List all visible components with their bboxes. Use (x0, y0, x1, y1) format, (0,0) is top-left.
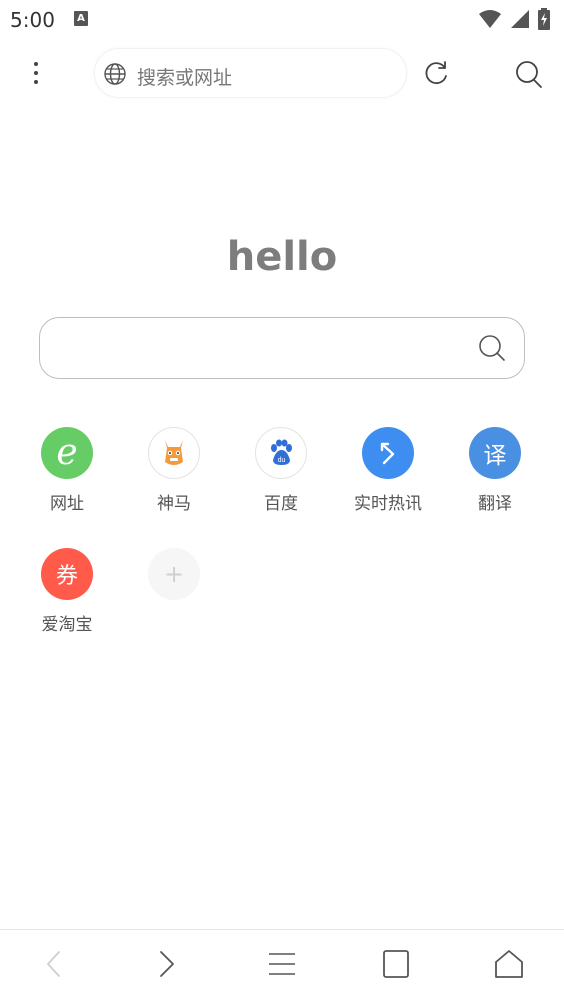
forward-arrow-icon[interactable] (149, 946, 185, 982)
add-shortcut-button[interactable]: + (124, 548, 224, 610)
status-icons (478, 8, 550, 30)
more-vertical-icon[interactable] (22, 58, 50, 88)
shortcut-glyph: 券 (55, 564, 78, 589)
arrow-up-left-icon (380, 442, 395, 465)
shortcut-glyph: + (163, 560, 185, 588)
tabs-icon[interactable] (378, 946, 414, 982)
shortcut-taobao[interactable]: 券 爱淘宝 (17, 548, 117, 635)
hot-news-icon (362, 427, 414, 479)
status-bar: 5:00 A (0, 0, 564, 38)
back-arrow-icon[interactable] (36, 946, 72, 982)
globe-icon (104, 63, 126, 85)
shortcut-shenma[interactable]: 神马 (124, 427, 224, 514)
notification-icon: A (74, 11, 88, 26)
home-icon[interactable] (491, 946, 527, 982)
paw-icon: du (271, 439, 292, 465)
battery-icon (538, 8, 550, 30)
shortcut-label: 神马 (157, 494, 191, 514)
reload-icon[interactable] (423, 59, 451, 87)
e-logo-icon: e (41, 427, 93, 479)
status-time: 5:00 (10, 8, 55, 32)
shortcut-label: 网址 (50, 494, 84, 514)
plus-icon: + (148, 548, 200, 600)
translate-icon: 译 (469, 427, 521, 479)
shortcut-label: 百度 (264, 494, 298, 514)
browser-screen: 5:00 A 搜索或网址 hello e 网址 神马 du 百度 实时热讯 译 … (0, 0, 564, 997)
shortcut-baidu[interactable]: du 百度 (231, 427, 331, 514)
wifi-icon (479, 10, 501, 28)
bottom-navigation (0, 929, 564, 997)
alpaca-icon (165, 440, 183, 465)
top-toolbar: 搜索或网址 (0, 46, 564, 100)
search-icon[interactable] (478, 334, 506, 362)
shortcut-hot-news[interactable]: 实时热讯 (338, 427, 438, 514)
shortcut-label: 翻译 (478, 494, 512, 514)
svg-text:du: du (278, 457, 286, 464)
url-bar[interactable]: 搜索或网址 (94, 48, 407, 98)
signal-icon (511, 10, 529, 28)
shortcut-label: 爱淘宝 (41, 615, 93, 635)
shortcut-glyph: 译 (483, 443, 507, 469)
shortcut-translate[interactable]: 译 翻译 (445, 427, 545, 514)
coupon-icon: 券 (41, 548, 93, 600)
greeting-text: hello (226, 234, 338, 280)
main-search-input[interactable] (39, 317, 525, 379)
shenma-logo-icon (148, 427, 200, 479)
baidu-paw-icon: du (255, 427, 307, 479)
url-placeholder: 搜索或网址 (137, 67, 233, 89)
shortcut-glyph: e (56, 432, 78, 473)
shortcut-label: 实时热讯 (354, 494, 422, 514)
search-icon[interactable] (515, 59, 543, 89)
hamburger-menu-icon[interactable] (264, 946, 300, 982)
shortcut-url[interactable]: e 网址 (17, 427, 117, 514)
